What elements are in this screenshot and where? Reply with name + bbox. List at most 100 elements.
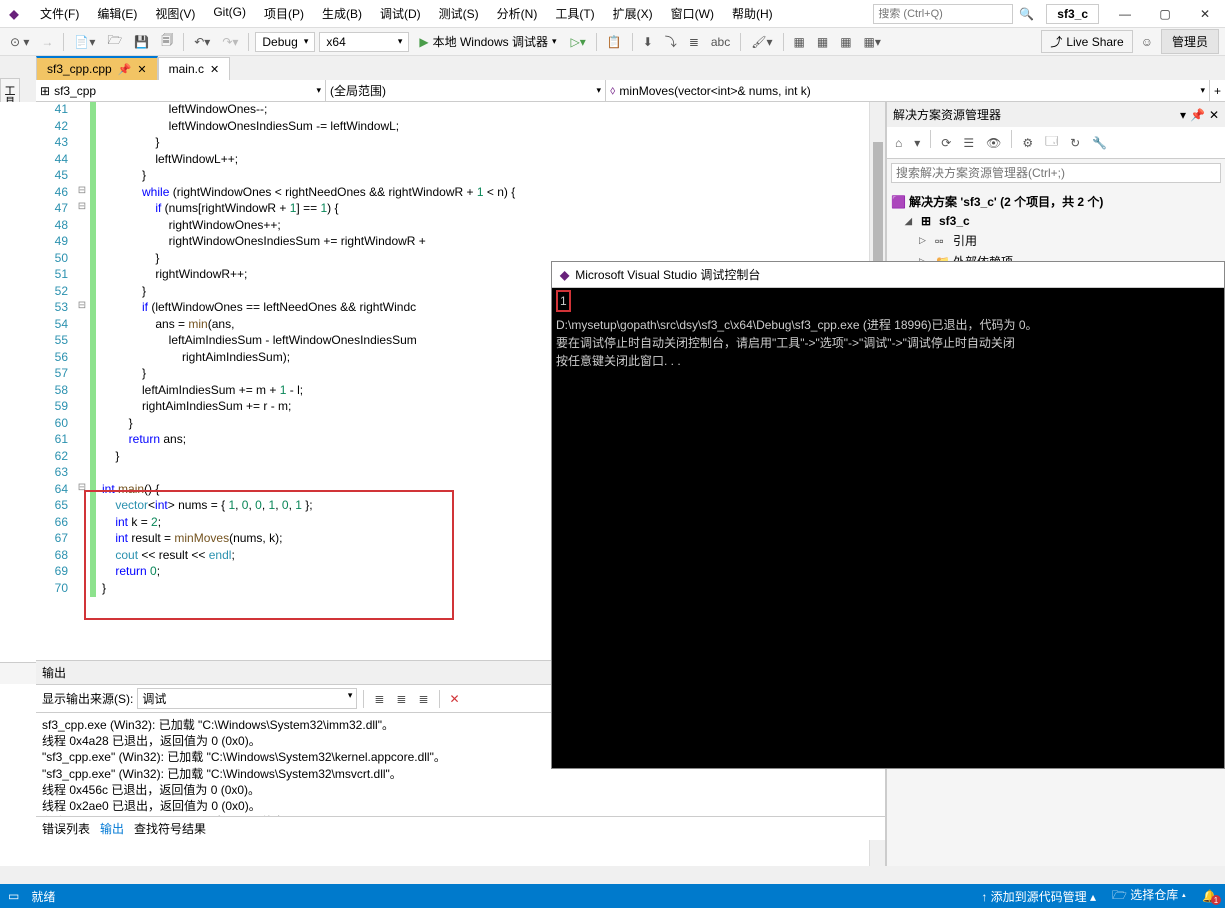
search-icon[interactable]: 🔍 <box>1013 7 1040 21</box>
maximize-button[interactable]: ▢ <box>1145 0 1185 28</box>
output-btn1-icon[interactable]: ≣ <box>370 690 388 708</box>
file-ops-icon[interactable]: 📋 <box>603 33 626 51</box>
close-button[interactable]: ✕ <box>1185 0 1225 28</box>
fold-arrow-icon[interactable]: ▷ <box>919 235 931 246</box>
toggle1-icon[interactable]: ≣ <box>685 33 703 51</box>
code-line[interactable]: 46⊟ while (rightWindowOnes < rightNeedOn… <box>36 185 885 202</box>
clear-output-icon[interactable]: ✕ <box>446 690 464 708</box>
nav-back-icon[interactable]: ⊙ ▾ <box>6 33 33 51</box>
code-line[interactable]: 45 } <box>36 168 885 185</box>
output-tab[interactable]: 查找符号结果 <box>134 820 206 837</box>
pin-icon[interactable]: 📌 <box>1190 108 1205 122</box>
new-file-icon[interactable]: 📄▾ <box>70 33 99 51</box>
search-input[interactable] <box>878 8 1008 20</box>
show-all-icon[interactable]: 👁 <box>982 130 1005 155</box>
code-line[interactable]: 43 } <box>36 135 885 152</box>
project-icon: ⊞ <box>40 84 50 98</box>
preview-icon[interactable]: 🗔 <box>1041 130 1062 155</box>
refresh-icon[interactable]: ⟳ <box>937 130 955 155</box>
close-tab-icon[interactable]: ✕ <box>210 63 219 76</box>
code-line[interactable]: 49 rightWindowOnesIndiesSum += rightWind… <box>36 234 885 251</box>
start-no-debug-icon[interactable]: ▷▾ <box>567 33 590 51</box>
menu-item[interactable]: 生成(B) <box>314 1 370 26</box>
fold-arrow-icon[interactable]: ◢ <box>905 216 917 227</box>
menu-item[interactable]: 工具(T) <box>547 1 602 26</box>
redo-icon[interactable]: ↷▾ <box>218 33 242 51</box>
status-ready: 就绪 <box>31 888 55 905</box>
vs-logo-icon: ◆ <box>560 268 569 282</box>
output-tab[interactable]: 输出 <box>100 820 124 837</box>
code-line[interactable]: 41 leftWindowOnes--; <box>36 102 885 119</box>
nav-bar: ⊞ sf3_cpp▾ (全局范围)▾ ⬨ minMoves(vector<int… <box>36 80 1225 102</box>
col3-icon[interactable]: ▦ <box>836 33 855 51</box>
menu-item[interactable]: 视图(V) <box>147 1 203 26</box>
menu-item[interactable]: 文件(F) <box>32 1 87 26</box>
save-icon[interactable]: 💾 <box>130 33 153 51</box>
toggle2-icon[interactable]: abc <box>707 33 734 51</box>
menu-item[interactable]: 扩展(X) <box>605 1 661 26</box>
paint-icon[interactable]: 🖌▾ <box>747 33 776 51</box>
code-line[interactable]: 42 leftWindowOnesIndiesSum -= leftWindow… <box>36 119 885 136</box>
menu-item[interactable]: 帮助(H) <box>724 1 781 26</box>
output-source-dropdown[interactable]: 调试▾ <box>137 688 357 709</box>
undo-icon[interactable]: ↶▾ <box>190 33 214 51</box>
menu-item[interactable]: 窗口(W) <box>663 1 722 26</box>
home-icon[interactable]: ⌂ <box>891 130 906 155</box>
menu-item[interactable]: 编辑(E) <box>89 1 145 26</box>
col2-icon[interactable]: ▦ <box>813 33 832 51</box>
wrench-icon[interactable]: 🔧 <box>1088 130 1111 155</box>
code-line[interactable]: 44 leftWindowL++; <box>36 152 885 169</box>
tree-references[interactable]: ▷ ▫▫ 引用 <box>891 230 1221 251</box>
menu-item[interactable]: 调试(D) <box>372 1 429 26</box>
solution-search[interactable] <box>891 163 1221 183</box>
live-share-button[interactable]: ⤴ Live Share <box>1041 30 1132 53</box>
nav-func-dropdown[interactable]: ⬨ minMoves(vector<int>& nums, int k)▾ <box>606 80 1210 101</box>
code-line[interactable]: 47⊟ if (nums[rightWindowR + 1] == 1) { <box>36 201 885 218</box>
save-all-icon[interactable]: 🗐 <box>157 29 177 54</box>
output-btn3-icon[interactable]: ≣ <box>414 690 432 708</box>
menu-item[interactable]: Git(G) <box>205 1 254 26</box>
output-tab[interactable]: 错误列表 <box>42 820 90 837</box>
open-file-icon[interactable]: 🗁 <box>103 29 126 54</box>
step-icon[interactable]: ⬇ <box>639 33 657 51</box>
feedback-icon[interactable]: ☺ <box>1137 33 1157 51</box>
config-dropdown[interactable]: Debug▾ <box>255 32 315 52</box>
repo-select-button[interactable]: 🗁 选择仓库 ▴ <box>1112 886 1186 907</box>
platform-dropdown[interactable]: x64▾ <box>319 32 409 52</box>
pin-icon[interactable]: 📌 <box>118 63 132 76</box>
debug-console-window[interactable]: ◆ Microsoft Visual Studio 调试控制台 1 D:\mys… <box>551 261 1225 769</box>
source-control-button[interactable]: ↑ 添加到源代码管理 ▴ <box>981 888 1096 905</box>
start-debug-button[interactable]: ▶ 本地 Windows 调试器▾ <box>413 31 562 52</box>
nav-fwd-icon[interactable]: → <box>37 33 57 51</box>
document-tabs: sf3_cpp.cpp📌✕main.c✕ <box>0 56 1225 80</box>
code-line[interactable]: 48 rightWindowOnes++; <box>36 218 885 235</box>
output-btn2-icon[interactable]: ≣ <box>392 690 410 708</box>
view-icon[interactable]: ▾ <box>910 130 924 155</box>
collapse-icon[interactable]: ☰ <box>959 130 978 155</box>
nav-scope-dropdown[interactable]: (全局范围)▾ <box>326 80 606 101</box>
solution-search-input[interactable] <box>891 163 1221 183</box>
properties-icon[interactable]: ⚙ <box>1018 130 1037 155</box>
menu-item[interactable]: 项目(P) <box>256 1 312 26</box>
document-tab[interactable]: sf3_cpp.cpp📌✕ <box>36 56 158 80</box>
step-over-icon[interactable]: ⤵ <box>661 31 681 52</box>
minimize-button[interactable]: — <box>1105 0 1145 28</box>
search-box[interactable] <box>873 4 1013 24</box>
tree-project[interactable]: ◢ ⊞ sf3_c <box>891 212 1221 230</box>
sync-icon[interactable]: ↻ <box>1066 130 1084 155</box>
debug-console-body[interactable]: 1 D:\mysetup\gopath\src\dsy\sf3_c\x64\De… <box>552 288 1224 768</box>
notifications-icon[interactable]: 🔔1 <box>1202 889 1217 903</box>
menu-item[interactable]: 测试(S) <box>431 1 487 26</box>
menu-item[interactable]: 分析(N) <box>489 1 546 26</box>
split-icon[interactable]: + <box>1210 84 1225 98</box>
debug-console-titlebar[interactable]: ◆ Microsoft Visual Studio 调试控制台 <box>552 262 1224 288</box>
nav-project-dropdown[interactable]: ⊞ sf3_cpp▾ <box>36 80 326 101</box>
close-tab-icon[interactable]: ✕ <box>137 63 146 76</box>
col4-icon[interactable]: ▦▾ <box>860 33 885 51</box>
col1-icon[interactable]: ▦ <box>790 33 809 51</box>
tree-solution-root[interactable]: 🟪 解决方案 'sf3_c' (2 个项目，共 2 个) <box>891 191 1221 212</box>
vs-logo-icon: ◆ <box>0 0 28 28</box>
dropdown-icon[interactable]: ▾ <box>1180 108 1186 122</box>
close-icon[interactable]: ✕ <box>1209 108 1219 122</box>
document-tab[interactable]: main.c✕ <box>158 57 231 80</box>
